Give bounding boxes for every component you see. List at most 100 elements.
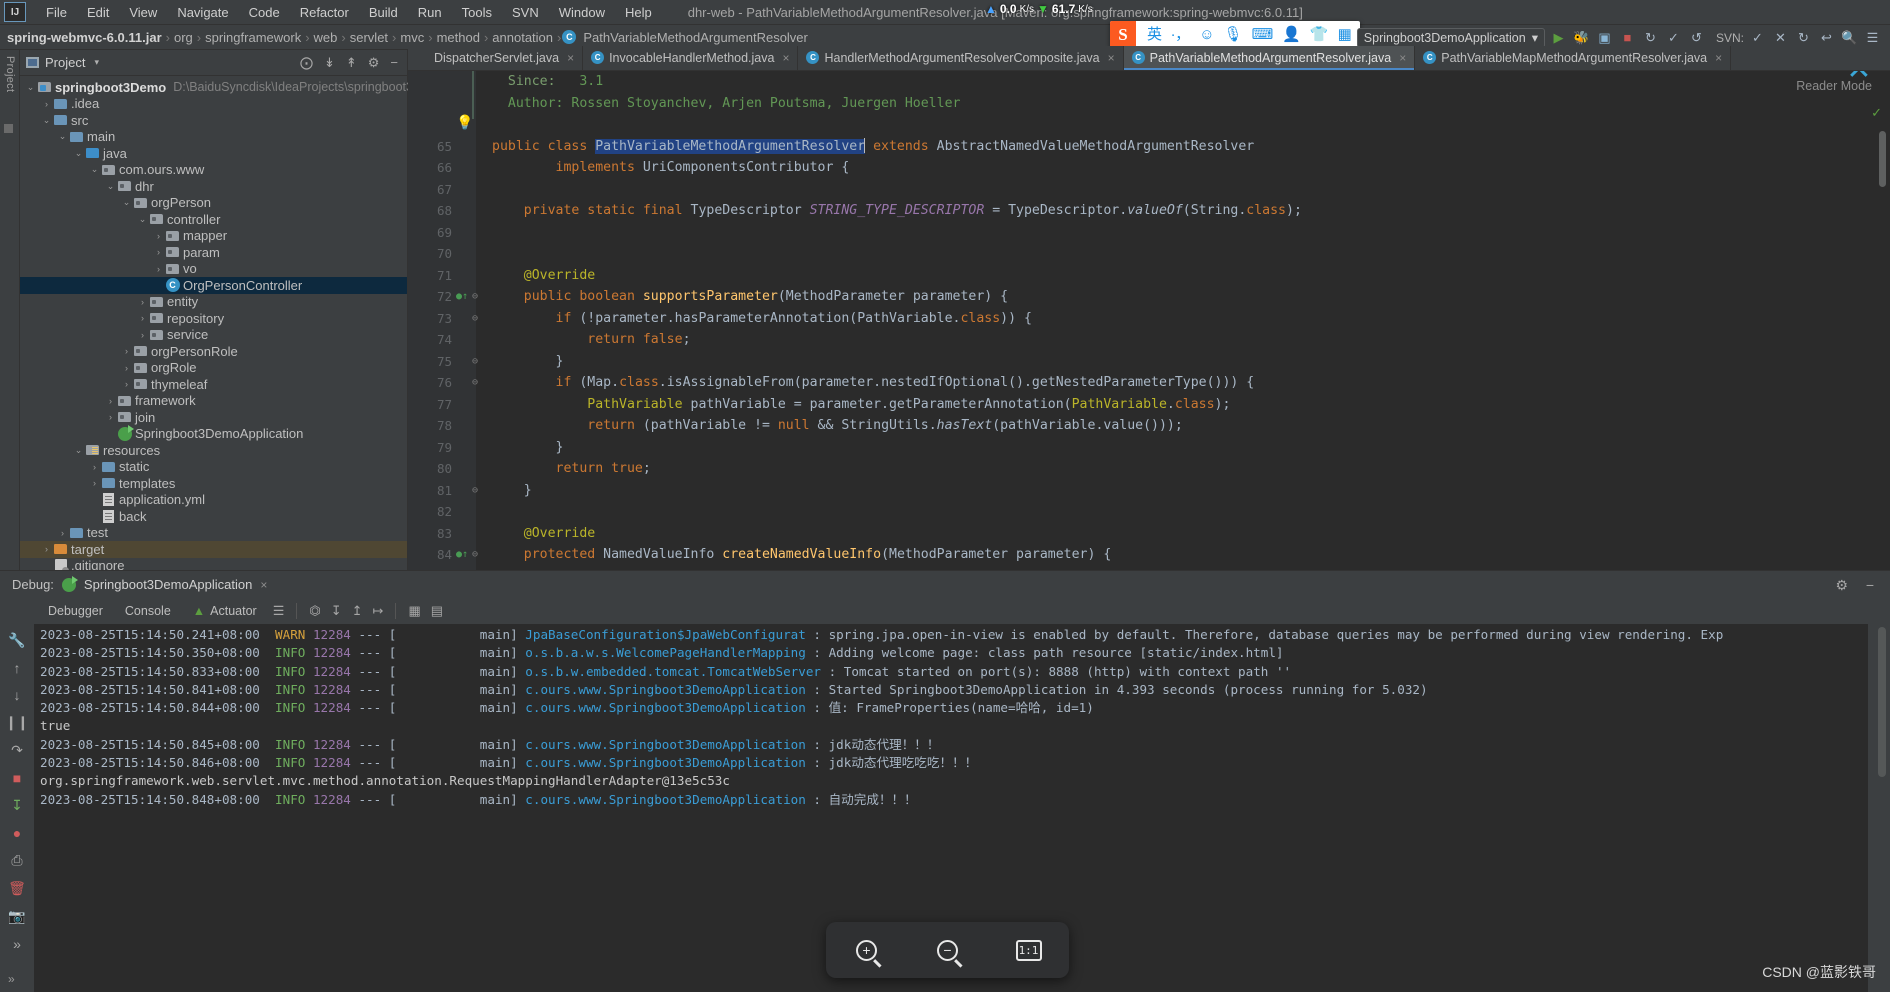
scroll-to-end-icon[interactable]: ↥ [348,603,367,619]
chevron-right-icon[interactable]: › [120,379,133,389]
breadcrumb-item-annotation[interactable]: annotation [489,30,556,45]
collapse-all-icon[interactable]: ↟ [346,55,357,71]
chevron-right-icon[interactable]: › [104,396,117,406]
chevron-down-icon[interactable]: ⌄ [72,445,85,456]
commit-icon[interactable]: ✓ [1664,28,1683,47]
chevron-right-icon[interactable]: › [136,330,149,340]
menu-edit[interactable]: Edit [77,2,119,23]
tree-node[interactable]: › .idea [20,96,407,113]
more-tools-icon[interactable]: » [8,972,15,986]
editor-scrollbar[interactable] [1879,131,1886,187]
tab-debugger[interactable]: Debugger [38,601,113,621]
tab-console[interactable]: Console [115,601,181,621]
chevron-down-icon[interactable]: ▾ [94,57,99,68]
menu-file[interactable]: File [36,2,77,23]
tree-node[interactable]: › static [20,459,407,476]
step-over-icon[interactable]: ↷ [11,742,23,759]
menu-help[interactable]: Help [615,2,662,23]
tree-node[interactable]: › orgRole [20,360,407,377]
breadcrumb-item-springframework[interactable]: springframework [202,30,304,45]
tree-node[interactable]: ⌄ main [20,129,407,146]
tree-node[interactable]: ⌄ orgPerson [20,195,407,212]
close-icon[interactable]: ✕ [1842,71,1876,87]
list-view-icon[interactable]: ▤ [427,603,447,619]
zoom-out-button[interactable]: − [929,932,967,968]
chevron-down-icon[interactable]: ⌄ [88,164,101,175]
locate-file-icon[interactable]: ⨀ [300,55,313,71]
breadcrumb-item-class[interactable]: PathVariableMethodArgumentResolver [580,30,811,45]
tab-actuator[interactable]: ▲ Actuator [183,601,267,621]
strip-project-label[interactable]: Project [4,56,16,92]
profile-button[interactable]: ▣ [1595,28,1614,47]
close-icon[interactable]: × [1715,51,1722,65]
chevron-right-icon[interactable]: › [88,478,101,488]
debug-session-name[interactable]: Springboot3DemoApplication [84,577,252,592]
tree-node[interactable]: ⌄ dhr [20,178,407,195]
tree-node[interactable]: › service [20,327,407,344]
grid-view-icon[interactable]: ▦ [404,603,424,619]
settings-menu-icon[interactable]: ☰ [1863,28,1882,47]
editor-tab[interactable]: C PathVariableMapMethodArgumentResolver.j… [1415,46,1732,70]
ime-logo-icon[interactable]: S [1110,21,1136,48]
chevron-right-icon[interactable]: › [56,528,69,538]
hide-panel-icon[interactable]: − [1866,577,1874,593]
breakpoints-icon[interactable]: ● [13,825,21,841]
tree-node[interactable]: application.yml [20,492,407,509]
close-icon[interactable]: × [260,578,267,592]
svn-refresh-icon[interactable]: ↻ [1794,28,1813,47]
tree-node[interactable]: ⌄ controller [20,211,407,228]
zoom-reset-button[interactable]: 1:1 [1010,932,1048,968]
code-fold-icon[interactable]: ⊖ [468,544,482,566]
chevron-down-icon[interactable]: ⌄ [136,214,149,225]
tree-node[interactable]: ⌄ java [20,145,407,162]
code-editor[interactable]: Since: 3.1 Author: Rossen Stoyanchev, Ar… [408,71,1890,570]
chevron-right-icon[interactable]: › [40,544,53,554]
chevron-right-icon[interactable]: › [152,247,165,257]
tree-node[interactable]: C OrgPersonController [20,277,407,294]
soft-wrap-icon[interactable]: ↧ [327,603,346,619]
tree-node[interactable]: › framework [20,393,407,410]
menu-refactor[interactable]: Refactor [290,2,359,23]
chevron-down-icon[interactable]: ⌄ [72,148,85,159]
close-icon[interactable]: × [1399,51,1406,65]
ime-voice-icon[interactable]: 🎙 [1224,27,1243,42]
breadcrumb-item-org[interactable]: org [171,30,196,45]
tree-node[interactable]: Springboot3DemoApplication [20,424,407,443]
more-icon[interactable]: » [13,936,21,952]
tree-node[interactable]: back [20,508,407,525]
editor-tab[interactable]: DispatcherServlet.java × [408,46,584,70]
chevron-right-icon[interactable]: › [120,363,133,373]
inspection-status-icon[interactable]: ✓ [1871,105,1882,121]
ime-account-icon[interactable]: 👤 [1282,27,1301,42]
menu-window[interactable]: Window [549,2,615,23]
tree-node[interactable]: › test [20,525,407,542]
intention-bulb-icon[interactable]: 💡 [456,115,473,131]
search-icon[interactable]: 🔍 [1840,28,1859,47]
menu-svn[interactable]: SVN [502,2,549,23]
step-up-icon[interactable]: ↑ [14,660,21,676]
print-icon[interactable]: ⎙ [11,852,22,869]
chevron-right-icon[interactable]: › [152,231,165,241]
console-scrollbar[interactable] [1878,627,1886,777]
code-content[interactable]: Since: 3.1 Author: Rossen Stoyanchev, Ar… [408,71,1890,570]
run-button[interactable]: ▶ [1549,28,1568,47]
editor-tab[interactable]: C HandlerMethodArgumentResolverComposite.… [798,46,1124,70]
restore-layout-icon[interactable]: ⏣ [305,603,324,619]
scroll-to-end-icon[interactable]: ↧ [11,797,23,814]
editor-tab[interactable]: C InvocableHandlerMethod.java × [583,46,799,70]
chevron-right-icon[interactable]: › [88,462,101,472]
breadcrumb-item-servlet[interactable]: servlet [347,30,391,45]
tree-node[interactable]: › mapper [20,228,407,245]
stop-button[interactable]: ■ [1618,28,1637,47]
tree-node[interactable]: › orgPersonRole [20,343,407,360]
structure-icon[interactable] [4,124,13,133]
menu-code[interactable]: Code [239,2,290,23]
menu-tools[interactable]: Tools [452,2,502,23]
panel-settings-icon[interactable]: ⚙ [368,55,380,71]
chevron-right-icon[interactable]: › [104,412,117,422]
chevron-right-icon[interactable]: › [152,264,165,274]
tree-node[interactable]: ⌄ springboot3Demo D:\BaiduSyncdisk\IdeaPro… [20,79,447,96]
menu-view[interactable]: View [119,2,167,23]
tree-node[interactable]: ⌄ com.ours.www [20,162,407,179]
tree-node[interactable]: › param [20,244,407,261]
